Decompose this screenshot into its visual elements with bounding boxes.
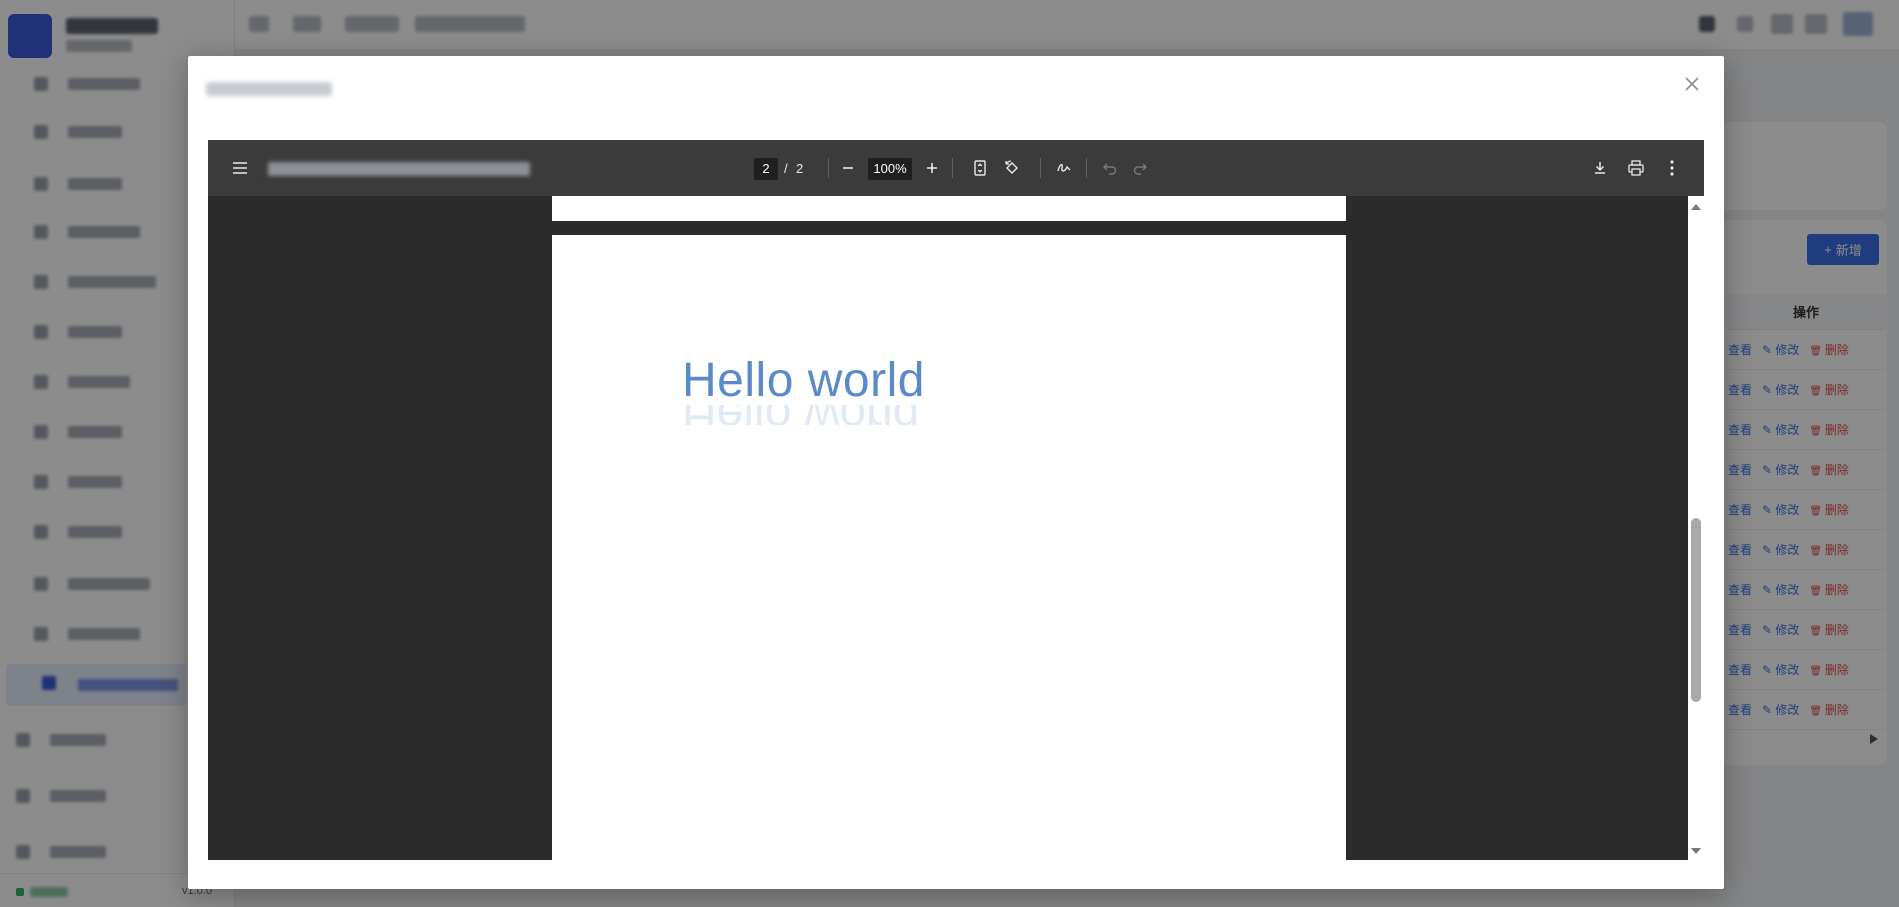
page-number-input[interactable]: 2	[754, 158, 778, 180]
close-icon[interactable]	[1680, 72, 1704, 96]
page-heading: Hello world	[682, 354, 925, 407]
pdf-toolbar: 2 / 2 100%	[208, 140, 1704, 196]
rotate-icon[interactable]	[998, 154, 1026, 182]
scrollbar-thumb[interactable]	[1691, 518, 1701, 702]
page-separator: /	[784, 161, 788, 176]
menu-icon[interactable]	[226, 154, 254, 182]
toolbar-divider	[952, 158, 953, 178]
zoom-input[interactable]: 100%	[868, 158, 912, 180]
zoom-in-icon[interactable]	[918, 154, 946, 182]
vertical-scrollbar[interactable]	[1688, 196, 1704, 860]
pdf-page-area[interactable]: Hello world Hello world	[208, 196, 1704, 860]
modal-title-blurred	[206, 82, 332, 96]
scroll-up-arrow[interactable]	[1691, 204, 1701, 210]
print-icon[interactable]	[1622, 154, 1650, 182]
modal-title	[206, 76, 336, 102]
zoom-out-icon[interactable]	[834, 154, 862, 182]
toolbar-divider	[828, 158, 829, 178]
page-total: 2	[796, 161, 804, 176]
scroll-down-arrow[interactable]	[1691, 848, 1701, 854]
fit-page-icon[interactable]	[966, 154, 994, 182]
annotate-icon[interactable]	[1050, 154, 1078, 182]
document-title-blurred	[268, 162, 530, 176]
pdf-viewer: 2 / 2 100% Hello world	[208, 140, 1704, 860]
pdf-page-1	[552, 196, 1346, 221]
redo-icon[interactable]	[1126, 154, 1154, 182]
page-heading-reflection: Hello world	[682, 405, 919, 425]
toolbar-divider	[1040, 158, 1041, 178]
toolbar-divider	[1086, 158, 1087, 178]
undo-icon[interactable]	[1096, 154, 1124, 182]
pdf-page-2: Hello world Hello world	[552, 235, 1346, 860]
more-icon[interactable]	[1658, 154, 1686, 182]
download-icon[interactable]	[1586, 154, 1614, 182]
